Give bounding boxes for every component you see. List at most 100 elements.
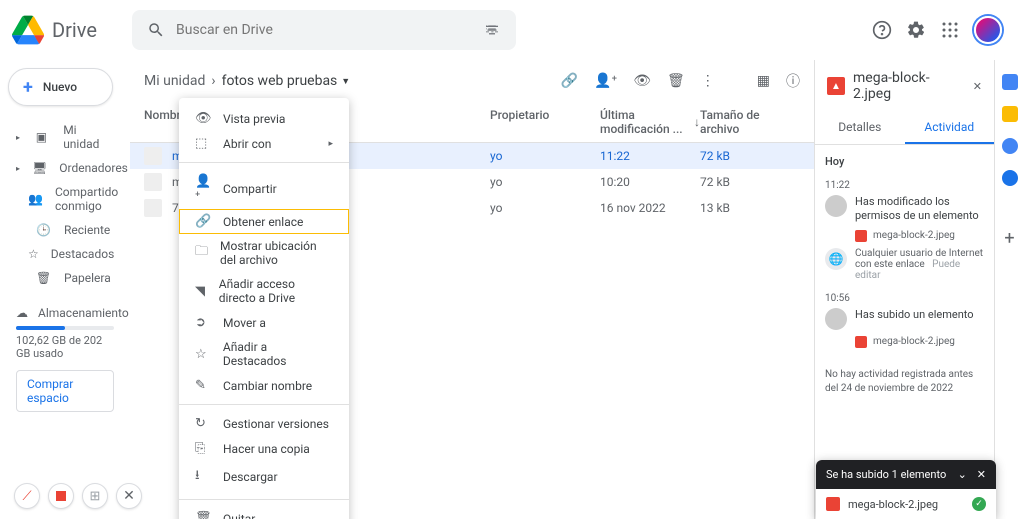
eye-icon: 👁 (195, 111, 211, 126)
sidebar: + Nuevo ▸▣Mi unidad ▸🖥Ordenadores 👥Compa… (0, 60, 130, 519)
chevron-right-icon: ▸ (328, 139, 333, 149)
crumb-root[interactable]: Mi unidad (144, 73, 205, 89)
move-icon: ➲ (195, 315, 211, 330)
preview-eye-icon[interactable]: 👁 (633, 73, 651, 89)
nav-shared[interactable]: 👥Compartido conmigo (8, 180, 122, 218)
toolbar: Mi unidad › fotos web pruebas ▼ 🔗 👤⁺ 👁 🗑… (130, 60, 814, 102)
trash-icon: 🗑 (195, 511, 211, 519)
user-avatar-icon (825, 195, 847, 217)
star-icon: ☆ (195, 347, 211, 362)
apps-icon[interactable] (940, 20, 960, 40)
nav-trash[interactable]: 🗑Papelera (8, 266, 122, 290)
link-icon[interactable]: 🔗 (561, 73, 578, 89)
buy-storage-button[interactable]: Comprar espacio (16, 370, 114, 412)
copy-icon: ⎘ (195, 441, 211, 456)
drive-logo-icon (12, 14, 44, 46)
cloud-icon: ☁ (16, 306, 28, 320)
file-thumbnail-icon (144, 147, 162, 165)
search-bar[interactable] (132, 10, 516, 50)
col-owner[interactable]: Propietario (490, 108, 600, 136)
cm-preview[interactable]: 👁Vista previa (179, 106, 349, 131)
cm-share[interactable]: 👤⁺Compartir (179, 169, 349, 209)
tab-details[interactable]: Detalles (815, 112, 905, 144)
search-icon (146, 20, 166, 40)
new-button[interactable]: + Nuevo (8, 68, 113, 106)
cm-manage-versions[interactable]: ↻Gestionar versiones (179, 411, 349, 436)
folder-icon: 🗀 (195, 242, 208, 264)
cm-add-shortcut[interactable]: ◥Añadir acceso directo a Drive (179, 272, 349, 310)
header-actions (872, 16, 1002, 44)
info-icon[interactable]: ⓘ (786, 71, 800, 91)
cm-rename[interactable]: ✎Cambiar nombre (179, 373, 349, 398)
crumb-current[interactable]: fotos web pruebas ▼ (222, 73, 351, 89)
cm-make-copy[interactable]: ⎘Hacer una copia (179, 436, 349, 461)
user-avatar[interactable] (974, 16, 1002, 44)
more-icon[interactable]: ⋮ (701, 73, 715, 89)
open-with-icon: ⬚ (195, 136, 211, 151)
download-icon: ⭳ (195, 466, 211, 488)
nav-starred[interactable]: ☆Destacados (8, 242, 122, 266)
logo-area[interactable]: Drive (12, 14, 132, 46)
image-file-icon (826, 497, 840, 511)
breadcrumb: Mi unidad › fotos web pruebas ▼ (144, 73, 350, 89)
app-name: Drive (52, 18, 97, 42)
close-icon[interactable]: ✕ (977, 468, 986, 481)
keep-app-icon[interactable] (1002, 106, 1018, 122)
grid-view-icon[interactable]: ▦ (757, 73, 770, 89)
share-person-icon[interactable]: 👤⁺ (594, 73, 617, 89)
file-thumbnail-icon (144, 173, 162, 191)
context-menu: 👁Vista previa ⬚Abrir con▸ 👤⁺Compartir 🔗O… (179, 98, 349, 519)
cm-open-with[interactable]: ⬚Abrir con▸ (179, 131, 349, 156)
side-rail: + (994, 60, 1024, 519)
storage-bar (16, 326, 114, 330)
close-button[interactable]: ✕ (116, 483, 142, 509)
cm-get-link[interactable]: 🔗Obtener enlace (179, 209, 349, 234)
cm-move-to[interactable]: ➲Mover a (179, 310, 349, 335)
calendar-app-icon[interactable] (1002, 74, 1018, 90)
rename-icon: ✎ (195, 378, 211, 393)
delete-icon[interactable]: 🗑 (667, 73, 685, 89)
close-panel-icon[interactable]: ✕ (973, 80, 982, 93)
search-input[interactable] (176, 22, 482, 38)
activity-item: 10:56 Has subido un elemento mega-block-… (825, 287, 984, 354)
cm-add-starred[interactable]: ☆Añadir a Destacados (179, 335, 349, 373)
shortcut-icon: ◥ (195, 284, 207, 299)
share-icon: 👤⁺ (195, 174, 211, 204)
activity-feed: Hoy 11:22 Has modificado los permisos de… (815, 145, 994, 406)
grid-button[interactable]: ⊞ (82, 483, 108, 509)
tasks-app-icon[interactable] (1002, 138, 1018, 154)
add-app-icon[interactable]: + (1002, 228, 1018, 244)
globe-icon: 🌐 (825, 248, 847, 270)
help-icon[interactable] (872, 20, 892, 40)
nav-computers[interactable]: ▸🖥Ordenadores (8, 156, 122, 180)
stop-button[interactable] (48, 483, 74, 509)
storage-section: ☁Almacenamiento 102,62 GB de 202 GB usad… (8, 306, 122, 412)
success-check-icon: ✓ (972, 497, 986, 511)
toast-file-row[interactable]: mega-block-2.jpeg ✓ (816, 489, 996, 519)
cm-remove[interactable]: 🗑Quitar (179, 506, 349, 519)
settings-icon[interactable] (906, 20, 926, 40)
file-thumbnail-icon (144, 199, 162, 217)
col-modified[interactable]: Última modificación ...↓ (600, 108, 700, 136)
activity-day: Hoy (825, 155, 984, 168)
image-file-icon (855, 230, 867, 242)
details-panel: ▲ mega-block-2.jpeg ✕ Detalles Actividad… (814, 60, 994, 519)
search-options-icon[interactable] (482, 20, 502, 40)
link-icon: 🔗 (195, 214, 211, 229)
col-size[interactable]: Tamaño de archivo (700, 108, 800, 136)
upload-toast: Se ha subido 1 elemento ⌄ ✕ mega-block-2… (816, 460, 996, 519)
contacts-app-icon[interactable] (1002, 170, 1018, 186)
storage-usage: 102,62 GB de 202 GB usado (16, 334, 114, 360)
image-file-icon: ▲ (827, 77, 845, 95)
record-button[interactable]: ⟋ (14, 483, 40, 509)
nav-recent[interactable]: 🕒Reciente (8, 218, 122, 242)
panel-file-name: mega-block-2.jpeg (853, 70, 965, 102)
cm-download[interactable]: ⭳Descargar (179, 461, 349, 493)
cm-show-location[interactable]: 🗀Mostrar ubicación del archivo (179, 234, 349, 272)
toast-title: Se ha subido 1 elemento (826, 468, 958, 481)
new-button-label: Nuevo (43, 80, 77, 94)
nav-my-drive[interactable]: ▸▣Mi unidad (8, 118, 122, 156)
tab-activity[interactable]: Actividad (905, 112, 995, 144)
chevron-down-icon[interactable]: ⌄ (958, 468, 967, 481)
activity-footer: No hay actividad registrada antes del 24… (825, 368, 984, 396)
